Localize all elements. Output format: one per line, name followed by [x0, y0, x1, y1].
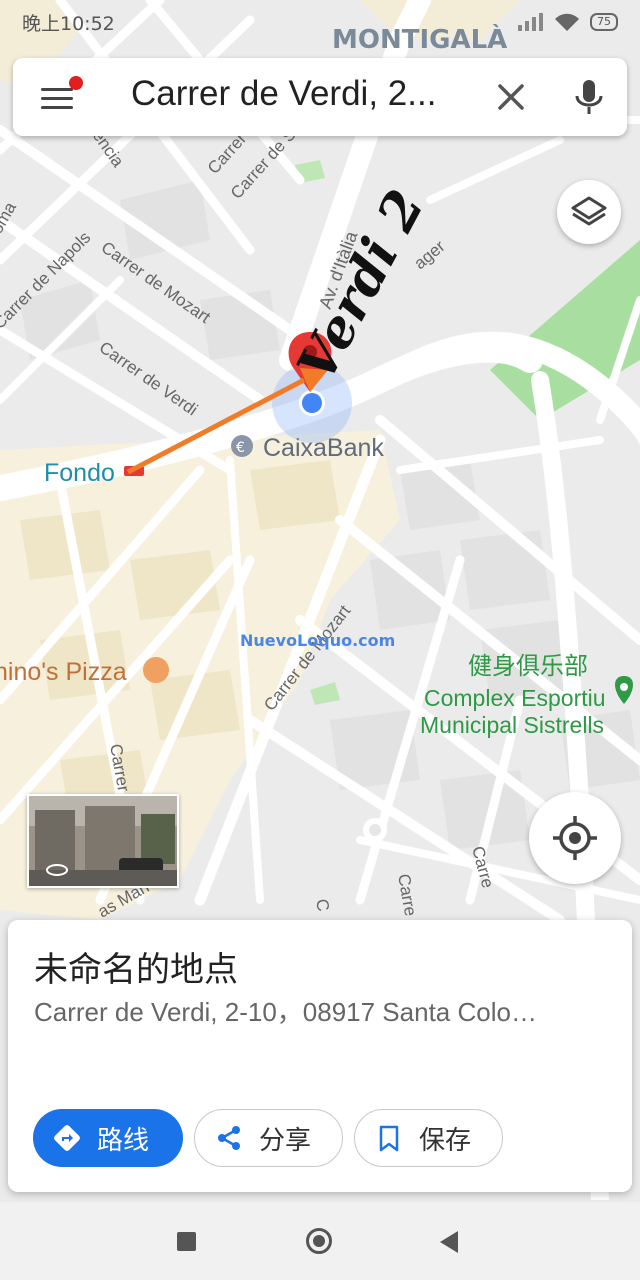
street-view-image — [29, 796, 177, 886]
svg-text:€: € — [236, 440, 245, 456]
share-button[interactable]: 分享 — [194, 1109, 343, 1167]
my-location-button[interactable] — [529, 792, 621, 884]
restaurant-icon — [143, 657, 169, 683]
search-input[interactable]: Carrer de Verdi, 2... — [131, 74, 481, 114]
wifi-icon — [555, 13, 579, 31]
signal-icon — [518, 13, 543, 31]
share-icon — [209, 1118, 249, 1158]
save-label: 保存 — [419, 1125, 472, 1156]
recents-button[interactable] — [177, 1232, 196, 1251]
voice-search-button[interactable] — [569, 74, 609, 120]
poi-label: Municipal Sistrells — [420, 712, 604, 738]
notification-dot — [69, 76, 83, 90]
close-icon — [498, 84, 524, 110]
menu-icon-bar — [41, 106, 73, 109]
directions-label: 路线 — [97, 1125, 150, 1156]
mic-icon — [575, 80, 603, 114]
bookmark-icon — [369, 1118, 409, 1158]
layers-button[interactable] — [557, 180, 621, 244]
menu-button[interactable] — [37, 76, 83, 118]
back-button[interactable] — [440, 1231, 458, 1253]
my-location-dot — [302, 393, 322, 413]
share-label: 分享 — [259, 1125, 312, 1156]
place-address: Carrer de Verdi, 2-10，08917 Santa Colo… — [34, 997, 537, 1027]
status-time: 晚上10:52 — [22, 12, 115, 35]
search-bar[interactable]: Carrer de Verdi, 2... — [13, 58, 627, 136]
poi-label: 健身俱乐部 — [468, 652, 588, 680]
battery-indicator: 75 — [590, 13, 618, 31]
my-location-icon — [553, 816, 597, 860]
status-bar: 晚上10:52 75 — [0, 0, 640, 44]
menu-icon — [41, 88, 73, 91]
place-card[interactable]: 未命名的地点 Carrer de Verdi, 2-10，08917 Santa… — [8, 920, 632, 1192]
street-view-thumbnail[interactable] — [27, 794, 179, 888]
directions-button[interactable]: 路线 — [33, 1109, 183, 1167]
menu-icon-bar — [41, 97, 73, 100]
place-title: 未命名的地点 — [34, 950, 238, 990]
watermark: NuevoLoquo.com — [240, 631, 395, 650]
poi-label: Fondo — [44, 459, 115, 487]
poi-label: nino's Pizza — [0, 658, 127, 686]
save-button[interactable]: 保存 — [354, 1109, 503, 1167]
layers-icon — [571, 196, 607, 226]
clear-button[interactable] — [491, 76, 531, 118]
home-button[interactable] — [306, 1228, 332, 1254]
system-nav-bar — [0, 1202, 640, 1280]
poi-label: Complex Esportiu — [424, 685, 606, 711]
directions-icon — [47, 1118, 87, 1158]
status-icons: 75 — [518, 12, 618, 32]
